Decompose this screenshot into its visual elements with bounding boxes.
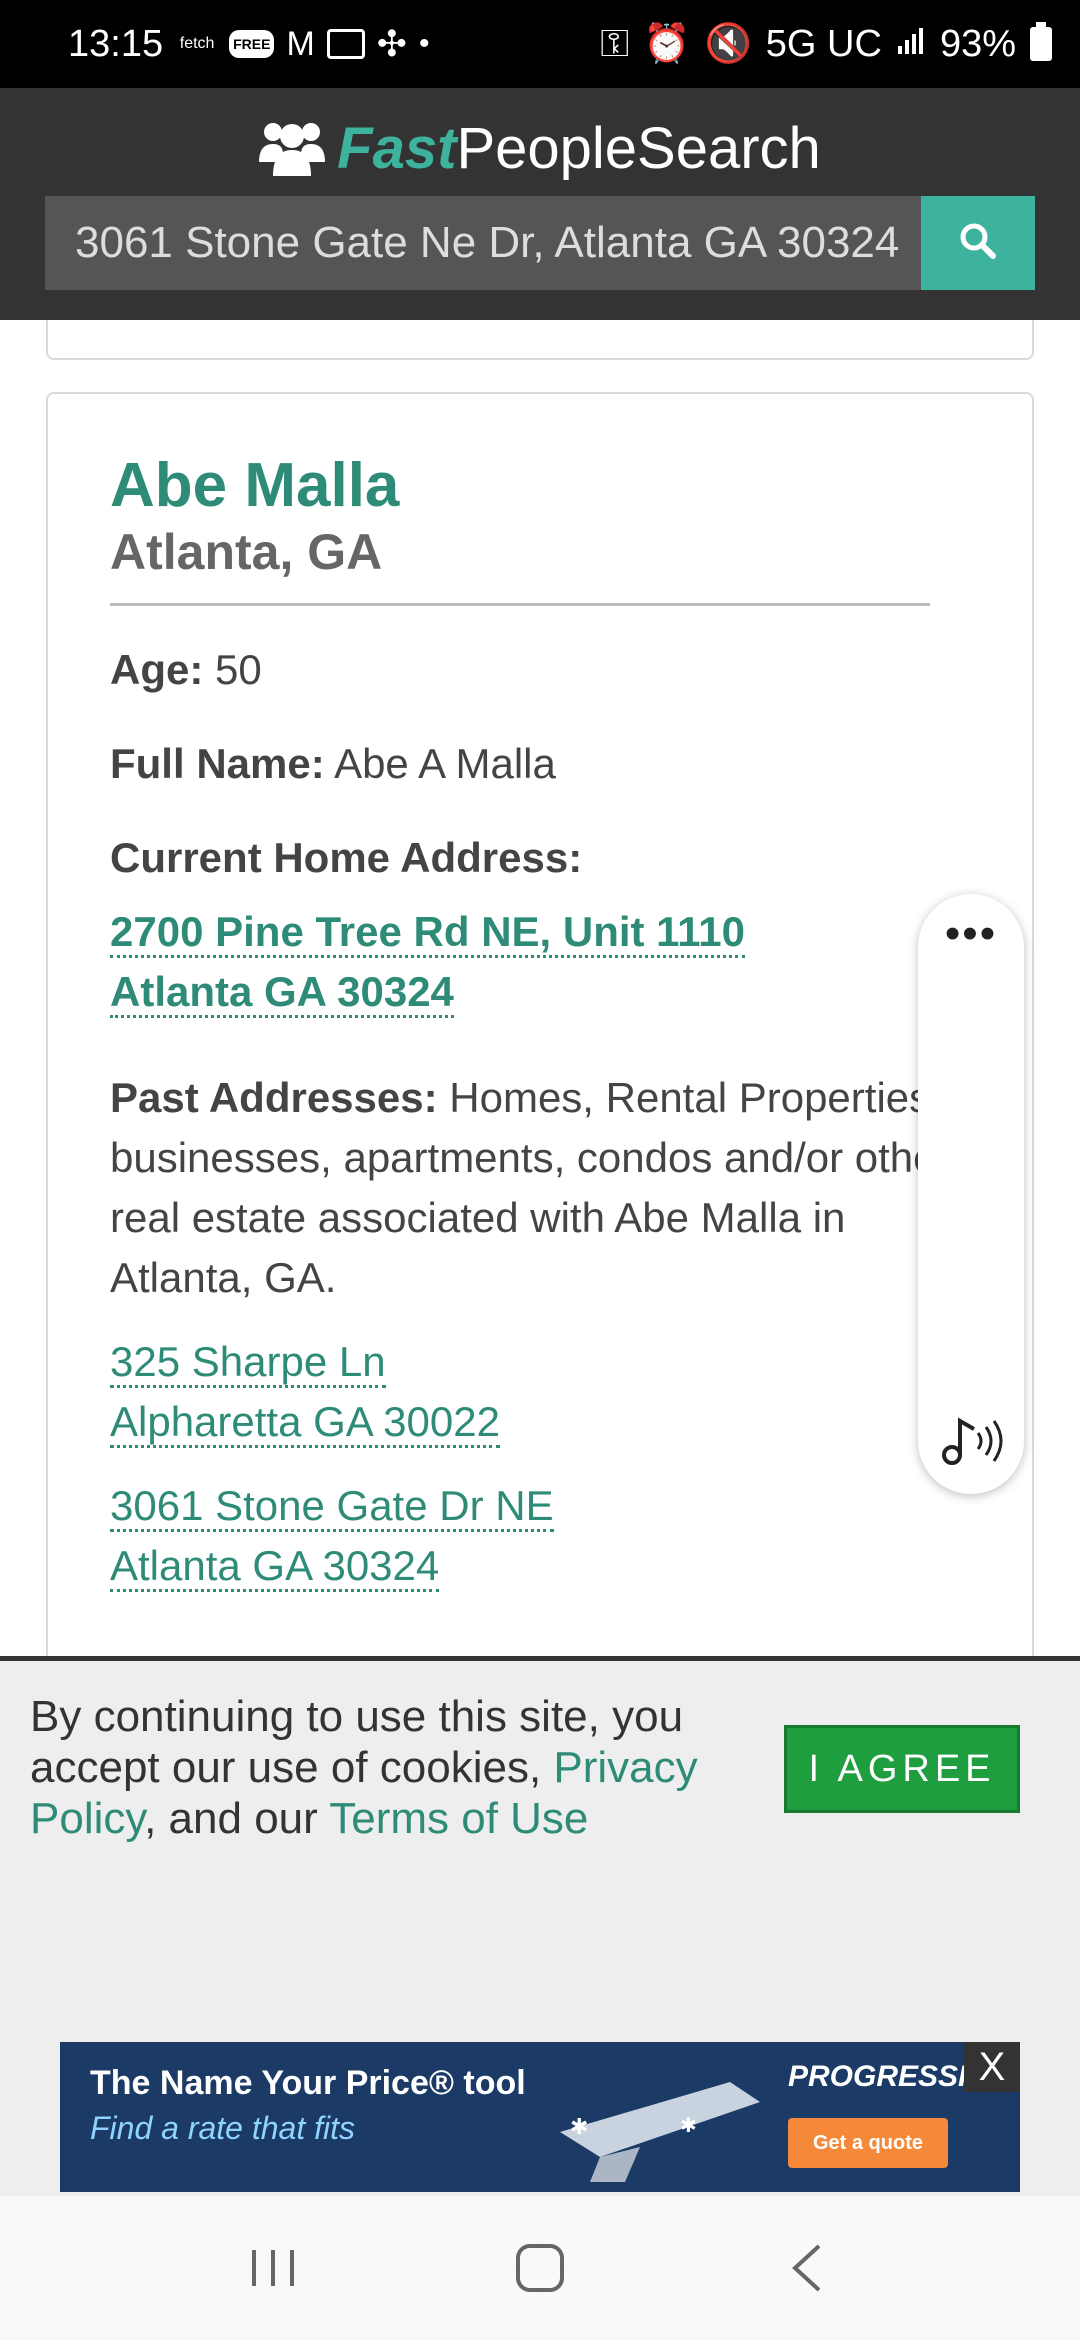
- current-address-row: Current Home Address:: [110, 828, 992, 888]
- site-logo[interactable]: FastPeopleSearch: [0, 108, 1080, 188]
- site-header: FastPeopleSearch 3061 Stone Gate Ne Dr, …: [0, 88, 1080, 320]
- cookie-text-mid: , and our: [144, 1794, 330, 1843]
- person-location: Atlanta, GA: [110, 523, 930, 606]
- search-input[interactable]: 3061 Stone Gate Ne Dr, Atlanta GA 30324: [45, 196, 921, 290]
- i-agree-button[interactable]: I AGREE: [784, 1725, 1020, 1813]
- back-icon[interactable]: [747, 2218, 867, 2318]
- search-bar: 3061 Stone Gate Ne Dr, Atlanta GA 30324: [45, 196, 1035, 290]
- ad-price-gun-graphic: ✱ ✱: [530, 2062, 780, 2182]
- ad-close-button[interactable]: X: [964, 2042, 1020, 2092]
- status-time: 13:15: [68, 22, 164, 65]
- age-value: 50: [215, 646, 262, 693]
- current-address-label: Current Home Address:: [110, 834, 583, 881]
- screen: 13:15 fetch FREE M ✣ • ⚿ ⏰ 🔇 5G UC 93% F…: [0, 0, 1080, 2340]
- logo-people-search: PeopleSearch: [456, 115, 821, 181]
- outlook-icon: [326, 29, 365, 59]
- age-row: Age: 50: [110, 640, 992, 700]
- fullname-label: Full Name:: [110, 740, 325, 787]
- past-addresses-description: Past Addresses: Homes, Rental Properties…: [110, 1068, 960, 1308]
- past-address-line2: Atlanta GA 30324: [110, 1542, 440, 1592]
- past-address-line2: Alpharetta GA 30022: [110, 1398, 500, 1448]
- floating-tts-widget: •••: [918, 894, 1024, 1494]
- system-nav-bar: [0, 2196, 1080, 2340]
- previous-result-card: [46, 320, 1034, 360]
- past-address-link[interactable]: 3061 Stone Gate Dr NE Atlanta GA 30324: [110, 1476, 992, 1596]
- results-content: Abe Malla Atlanta, GA Age: 50 Full Name:…: [0, 320, 1080, 1660]
- current-address-link[interactable]: 2700 Pine Tree Rd NE, Unit 1110 Atlanta …: [110, 902, 992, 1022]
- past-address-link[interactable]: 325 Sharpe Ln Alpharetta GA 30022: [110, 1332, 992, 1452]
- vpn-key-icon: ⚿: [600, 22, 630, 65]
- home-icon[interactable]: [480, 2218, 600, 2318]
- signal-icon: [896, 23, 926, 66]
- ad-subline: Find a rate that fits: [90, 2110, 356, 2146]
- logo-text: FastPeopleSearch: [337, 115, 821, 182]
- battery-icon: [1030, 22, 1052, 61]
- status-bar: 13:15 fetch FREE M ✣ • ⚿ ⏰ 🔇 5G UC 93%: [0, 0, 1080, 88]
- alarm-icon: ⏰: [643, 23, 691, 65]
- free-icon: FREE: [229, 30, 275, 58]
- past-addresses-label: Past Addresses:: [110, 1074, 438, 1121]
- pinwheel-icon: ✣: [376, 23, 407, 64]
- status-right: ⚿ ⏰ 🔇 5G UC 93%: [600, 22, 1052, 66]
- svg-text:✱: ✱: [680, 2115, 697, 2137]
- past-address-line1: 3061 Stone Gate Dr NE: [110, 1482, 554, 1532]
- more-notifications-dot-icon: •: [418, 27, 430, 60]
- person-card: Abe Malla Atlanta, GA Age: 50 Full Name:…: [46, 392, 1034, 1660]
- current-address-line2: Atlanta GA 30324: [110, 968, 454, 1018]
- terms-of-use-link[interactable]: Terms of Use: [329, 1794, 588, 1843]
- fullname-row: Full Name: Abe A Malla: [110, 734, 992, 794]
- fullname-value: Abe A Malla: [334, 740, 556, 787]
- logo-fast: Fast: [337, 115, 457, 181]
- advertisement-banner[interactable]: The Name Your Price® tool Find a rate th…: [60, 2042, 1020, 2192]
- more-options-icon[interactable]: •••: [918, 912, 1024, 956]
- svg-text:✱: ✱: [570, 2114, 588, 2139]
- read-aloud-icon[interactable]: [938, 1413, 1004, 1474]
- people-group-icon: [259, 118, 326, 178]
- gmail-icon: M: [286, 24, 315, 63]
- notification-icons: fetch FREE M ✣ •: [177, 23, 600, 65]
- battery-percent: 93%: [939, 22, 1016, 65]
- recent-apps-icon[interactable]: [213, 2218, 333, 2318]
- past-address-line1: 325 Sharpe Ln: [110, 1338, 386, 1388]
- ad-headline: The Name Your Price® tool: [90, 2064, 526, 2102]
- search-button[interactable]: [921, 196, 1035, 290]
- age-label: Age:: [110, 646, 204, 693]
- person-name[interactable]: Abe Malla: [110, 450, 992, 521]
- fetch-icon: fetch: [179, 35, 215, 52]
- network-type: 5G UC: [765, 22, 882, 65]
- mute-icon: 🔇: [704, 23, 752, 65]
- current-address-line1: 2700 Pine Tree Rd NE, Unit 1110: [110, 908, 745, 958]
- cookie-text: By continuing to use this site, you acce…: [30, 1691, 740, 1844]
- ad-get-quote-button[interactable]: Get a quote: [788, 2118, 948, 2168]
- search-icon: [958, 221, 998, 266]
